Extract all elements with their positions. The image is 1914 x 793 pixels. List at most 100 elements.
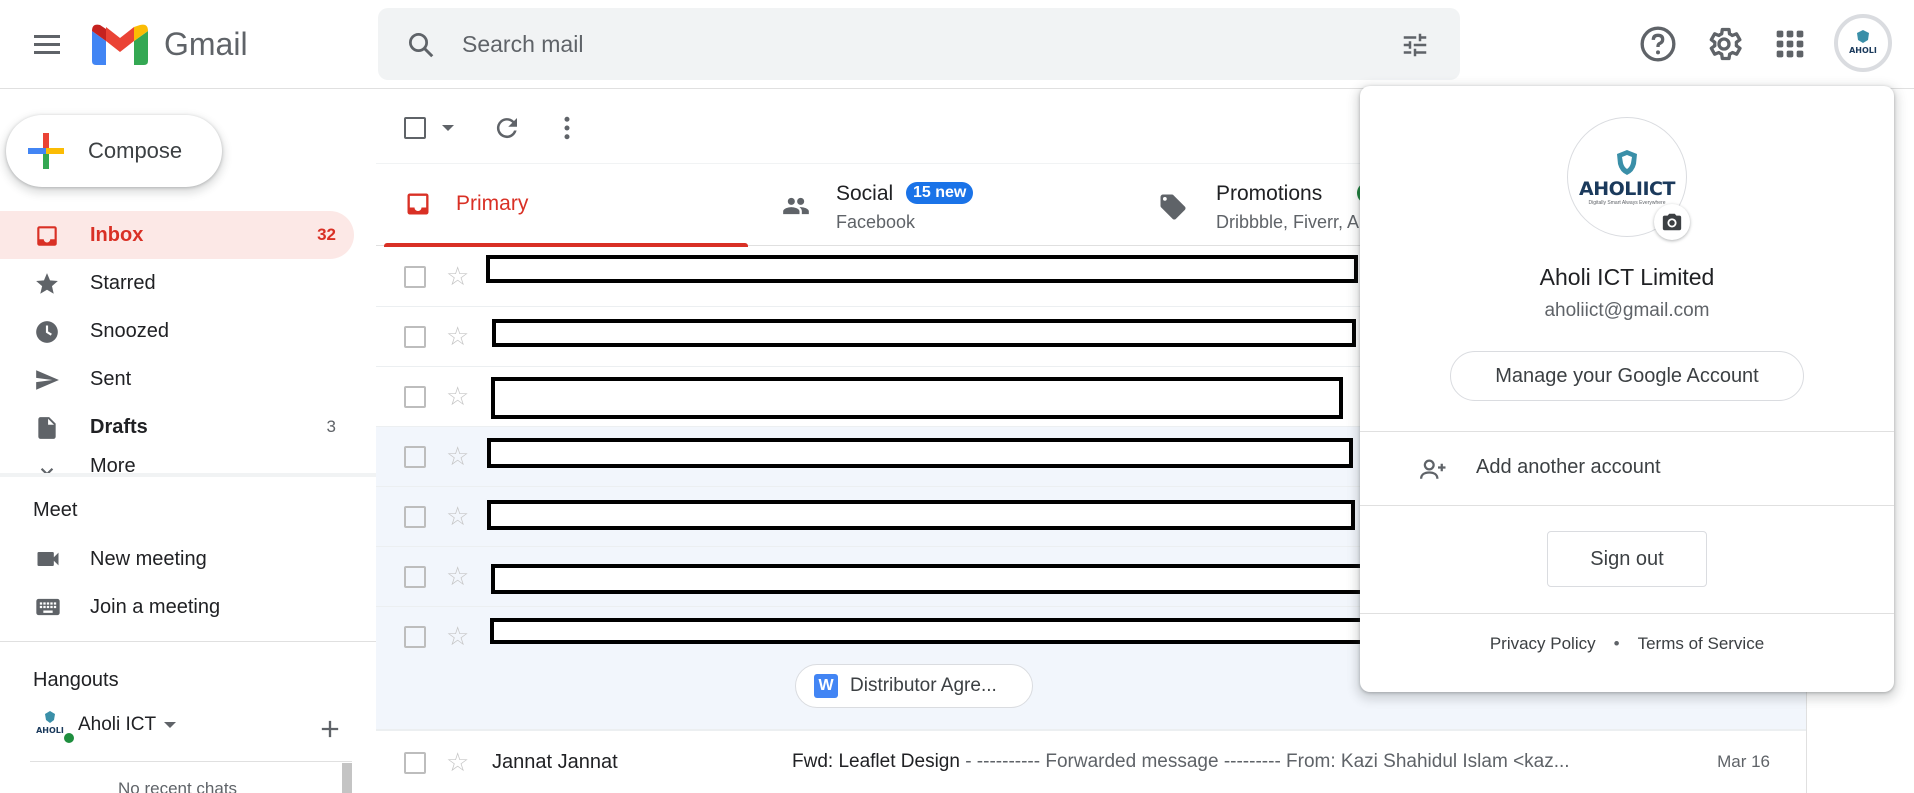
- gmail-logo[interactable]: Gmail: [92, 22, 248, 66]
- main-menu-button[interactable]: [24, 26, 70, 62]
- add-another-account-item[interactable]: Add another account: [1360, 433, 1894, 503]
- hangouts-user[interactable]: AHOLI Aholi ICT: [30, 705, 177, 745]
- star-toggle-icon[interactable]: ☆: [446, 747, 469, 777]
- star-toggle-icon[interactable]: ☆: [446, 561, 469, 591]
- email-sender: Jannat Jannat: [492, 751, 618, 773]
- social-new-badge: 15 new: [906, 182, 974, 204]
- settings-gear-icon[interactable]: [1704, 24, 1744, 64]
- select-all-checkbox[interactable]: [404, 117, 426, 139]
- unread-count: 32: [317, 225, 336, 244]
- gmail-m-icon: [92, 24, 148, 65]
- change-photo-button[interactable]: [1654, 204, 1690, 240]
- sign-out-button[interactable]: Sign out: [1547, 531, 1707, 587]
- tab-social[interactable]: Social 15 new Facebook: [756, 164, 1126, 246]
- no-recent-chats-text: No recent chats: [118, 779, 238, 793]
- row-checkbox[interactable]: [404, 752, 426, 774]
- popup-divider: [1360, 505, 1894, 506]
- gmail-app: Gmail Search mail AHOLI Compose Inbox 32…: [0, 0, 1914, 793]
- caret-down-icon[interactable]: [164, 722, 177, 728]
- left-sidebar: Compose Inbox 32 Starred Snoozed Sent Dr…: [0, 89, 376, 793]
- redaction-block: [487, 500, 1355, 530]
- sidebar-divider: [0, 473, 376, 477]
- compose-button[interactable]: Compose: [6, 115, 222, 187]
- hangouts-section-title: Hangouts: [33, 669, 119, 691]
- terms-of-service-link[interactable]: Terms of Service: [1638, 634, 1765, 653]
- row-checkbox[interactable]: [404, 506, 426, 528]
- send-icon: [36, 370, 59, 390]
- row-checkbox[interactable]: [404, 626, 426, 648]
- star-toggle-icon[interactable]: ☆: [446, 621, 469, 651]
- brand-tagline: Digitally Smart Always Everywhere: [1588, 200, 1666, 206]
- email-row[interactable]: ☆ Jannat Jannat Fwd: Leaflet Design - --…: [376, 730, 1806, 793]
- refresh-icon[interactable]: [492, 113, 522, 143]
- sidebar-item-drafts[interactable]: Drafts 3: [0, 403, 354, 451]
- sidebar-item-starred[interactable]: Starred: [0, 259, 354, 307]
- star-toggle-icon[interactable]: ☆: [446, 261, 469, 291]
- attachment-chip[interactable]: W Distributor Agre...: [795, 664, 1033, 708]
- top-header: Gmail Search mail AHOLI: [0, 0, 1914, 89]
- add-hangout-plus-icon[interactable]: [316, 715, 344, 743]
- row-checkbox[interactable]: [404, 386, 426, 408]
- row-checkbox[interactable]: [404, 266, 426, 288]
- tab-promotions-sub: Dribbble, Fiverr, A: [1216, 212, 1360, 232]
- search-icon[interactable]: [406, 30, 436, 60]
- hangouts-divider: [0, 641, 376, 642]
- search-options-icon[interactable]: [1400, 30, 1430, 60]
- tab-promotions-label: Promotions: [1216, 182, 1323, 205]
- account-avatar-button[interactable]: AHOLI: [1834, 14, 1892, 72]
- popup-divider: [1360, 613, 1894, 614]
- sidebar-item-sent[interactable]: Sent: [0, 355, 354, 403]
- attachment-name: Distributor Agre...: [850, 675, 997, 696]
- help-icon[interactable]: [1638, 24, 1678, 64]
- redaction-block: [491, 377, 1343, 419]
- chevron-down-icon: [40, 467, 54, 473]
- brand-wordmark: AHOLIICT: [1579, 178, 1675, 200]
- camera-icon: [1662, 213, 1682, 231]
- tab-primary[interactable]: Primary: [376, 164, 748, 247]
- account-name: Aholi ICT Limited: [1539, 264, 1715, 290]
- search-input[interactable]: [462, 26, 1362, 62]
- footer-separator: •: [1613, 634, 1620, 653]
- account-menu-popup: AHOLIICT Digitally Smart Always Everywhe…: [1360, 86, 1894, 692]
- video-camera-icon: [37, 552, 59, 566]
- privacy-policy-link[interactable]: Privacy Policy: [1490, 634, 1596, 653]
- sidebar-item-label: Drafts: [90, 415, 148, 438]
- redaction-block: [490, 618, 1364, 644]
- star-icon: [36, 273, 58, 294]
- email-snippet: - ---------- Forwarded message ---------…: [959, 751, 1570, 772]
- popup-footer: Privacy Policy • Terms of Service: [1360, 634, 1894, 654]
- sidebar-scrollbar[interactable]: [342, 763, 352, 793]
- sidebar-item-label: More: [90, 455, 136, 473]
- manage-account-button[interactable]: Manage your Google Account: [1450, 351, 1804, 401]
- row-checkbox[interactable]: [404, 326, 426, 348]
- compose-label: Compose: [88, 138, 183, 163]
- join-meeting-item[interactable]: Join a meeting: [0, 585, 376, 629]
- clock-icon: [36, 321, 58, 343]
- aholi-shield-logo-icon: [1617, 150, 1637, 175]
- search-bar[interactable]: [378, 8, 1460, 80]
- add-person-icon: [1420, 459, 1446, 479]
- redaction-block: [487, 438, 1353, 468]
- hangouts-list-divider: [30, 761, 352, 762]
- row-checkbox[interactable]: [404, 566, 426, 588]
- row-checkbox[interactable]: [404, 446, 426, 468]
- star-toggle-icon[interactable]: ☆: [446, 501, 469, 531]
- star-toggle-icon[interactable]: ☆: [446, 381, 469, 411]
- more-options-icon[interactable]: [552, 113, 582, 143]
- apps-grid-icon[interactable]: [1770, 24, 1810, 64]
- redaction-block: [492, 319, 1356, 347]
- account-email: aholiict@gmail.com: [1544, 300, 1710, 321]
- tab-social-sub: Facebook: [836, 212, 916, 232]
- star-toggle-icon[interactable]: ☆: [446, 321, 469, 351]
- compose-plus-icon: [28, 133, 64, 169]
- new-meeting-item[interactable]: New meeting: [0, 537, 376, 581]
- app-name: Gmail: [164, 25, 248, 62]
- select-dropdown-icon[interactable]: [442, 125, 454, 131]
- aholi-logo-icon: AHOLI: [1849, 30, 1877, 55]
- sidebar-item-snoozed[interactable]: Snoozed: [0, 307, 354, 355]
- sidebar-item-label: Sent: [90, 367, 132, 390]
- sidebar-item-more[interactable]: More: [0, 451, 354, 473]
- inbox-icon: [37, 226, 57, 246]
- sidebar-item-inbox[interactable]: Inbox 32: [0, 211, 354, 259]
- star-toggle-icon[interactable]: ☆: [446, 441, 469, 471]
